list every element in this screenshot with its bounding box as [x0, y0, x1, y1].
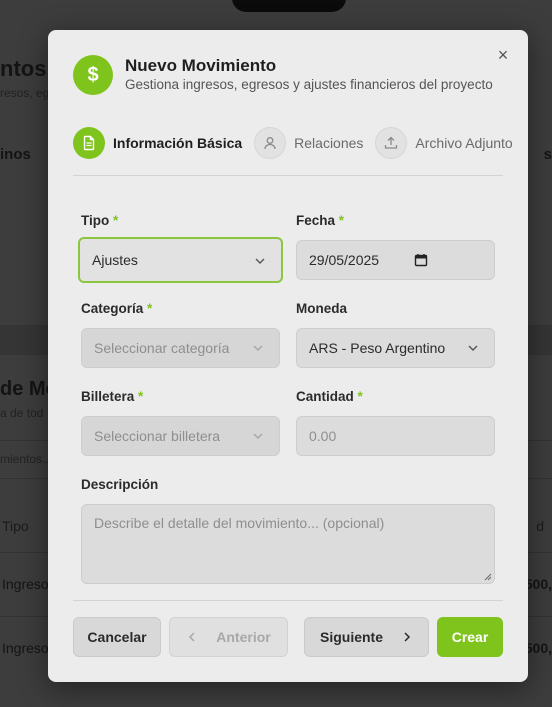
create-button[interactable]: Crear [437, 617, 503, 657]
background-tab-right: s [543, 146, 552, 163]
background-page-subtitle: resos, eg [0, 86, 50, 100]
chevron-down-icon [255, 258, 265, 264]
step-informacion-basica[interactable]: Información Básica [73, 127, 242, 159]
tipo-select[interactable]: Ajustes [78, 237, 283, 283]
wizard-steps: Información Básica Relaciones Archivo Ad… [73, 126, 513, 160]
billetera-select[interactable]: Seleccionar billetera [81, 416, 280, 456]
next-button[interactable]: Siguiente [304, 617, 429, 657]
categoria-label: Categoría * [81, 301, 153, 316]
dollar-icon: $ [73, 55, 113, 95]
step-label: Archivo Adjunto [415, 135, 513, 151]
cantidad-label: Cantidad * [296, 389, 363, 404]
tipo-label: Tipo * [81, 213, 119, 228]
background-column-tipo: Tipo [2, 518, 29, 534]
footer-divider [73, 600, 503, 601]
background-row1-tipo: Ingreso [2, 576, 49, 592]
fecha-input[interactable]: 29/05/2025 [296, 240, 495, 280]
close-icon: × [497, 44, 509, 65]
background-row1-amount: 500, [524, 576, 552, 592]
background-row2-amount: 500, [524, 640, 552, 656]
chevron-left-icon [189, 632, 195, 642]
modal-title: Nuevo Movimiento [125, 56, 277, 75]
chevron-down-icon [468, 345, 478, 351]
previous-button[interactable]: Anterior [169, 617, 288, 657]
resize-handle-icon[interactable] [483, 572, 492, 581]
background-tab-left: inos [0, 146, 31, 163]
background-section-subtitle: a de tod [0, 406, 44, 420]
background-page-title: ntos [0, 56, 47, 81]
background-top-pill [232, 0, 346, 12]
step-relaciones[interactable]: Relaciones [254, 127, 363, 159]
steps-divider [73, 175, 503, 176]
chevron-right-icon [404, 632, 411, 642]
cancel-button[interactable]: Cancelar [73, 617, 161, 657]
chevron-down-icon [253, 345, 263, 351]
modal-subtitle: Gestiona ingresos, egresos y ajustes fin… [125, 77, 493, 92]
calendar-icon[interactable] [414, 253, 428, 267]
person-icon [254, 127, 287, 159]
descripcion-textarea[interactable]: Describe el detalle del movimiento... (o… [81, 504, 495, 584]
descripcion-label: Descripción [81, 477, 159, 492]
close-button[interactable]: × [492, 44, 514, 66]
step-label: Información Básica [113, 135, 243, 151]
background-row2-tipo: Ingreso [2, 640, 49, 656]
step-archivo-adjunto[interactable]: Archivo Adjunto [375, 127, 513, 159]
upload-icon [375, 127, 408, 159]
cantidad-input[interactable]: 0.00 [296, 416, 495, 456]
document-icon [73, 127, 105, 159]
background-column-right: d [536, 518, 544, 534]
billetera-label: Billetera * [81, 389, 144, 404]
background-filter-input: mientos... [0, 452, 53, 466]
moneda-label: Moneda [296, 301, 348, 316]
step-label: Relaciones [294, 135, 364, 151]
categoria-select[interactable]: Seleccionar categoría [81, 328, 280, 368]
chevron-down-icon [253, 433, 263, 439]
moneda-select[interactable]: ARS - Peso Argentino [296, 328, 495, 368]
fecha-label: Fecha * [296, 213, 345, 228]
new-movement-modal: × $ Nuevo Movimiento Gestiona ingresos, … [48, 30, 528, 682]
